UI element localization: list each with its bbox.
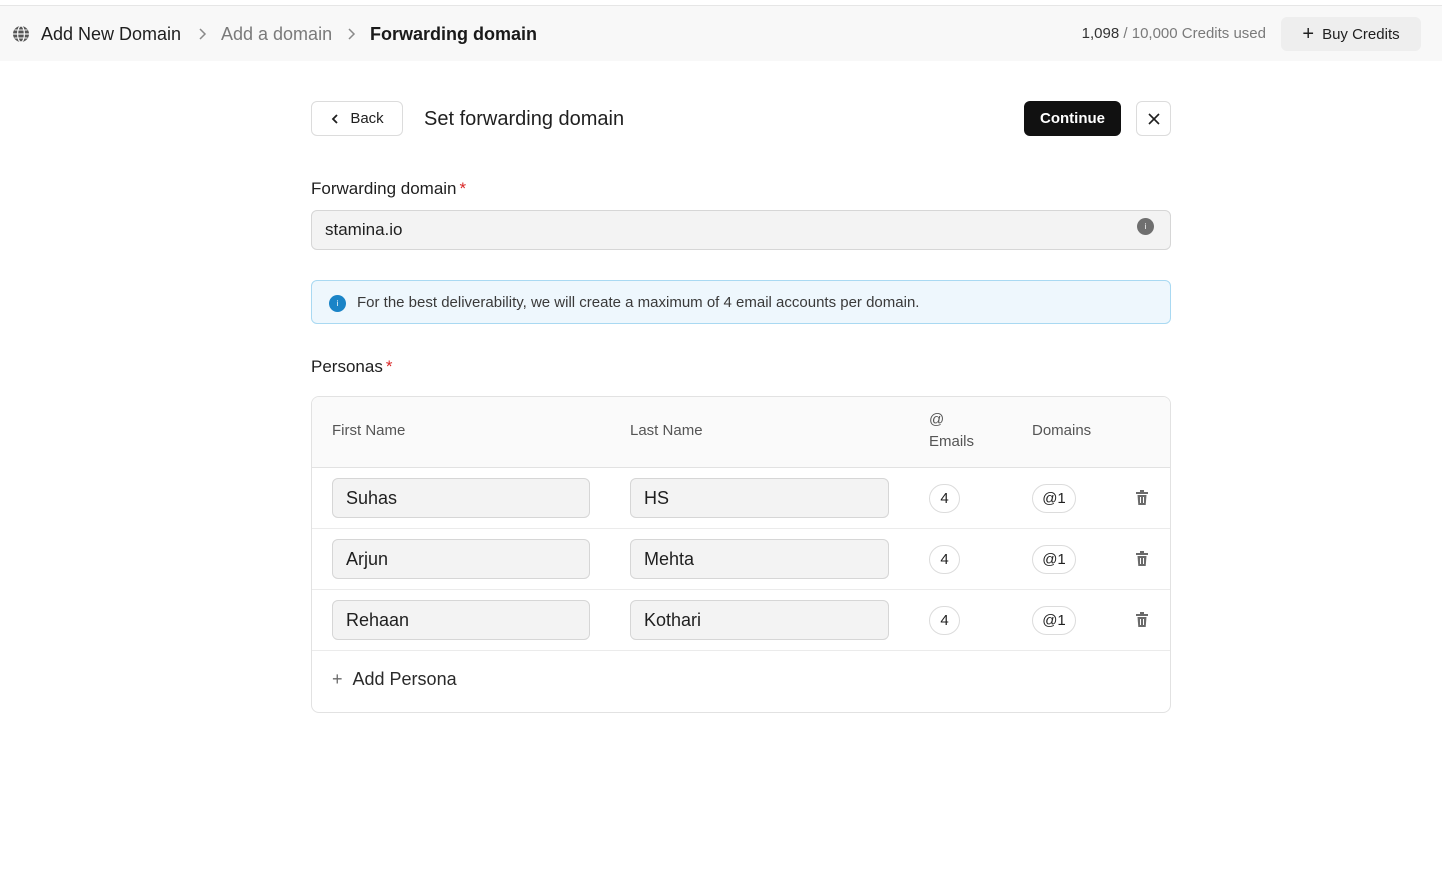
column-domains: Domains: [1032, 422, 1092, 439]
first-name-input[interactable]: [332, 600, 590, 640]
back-button[interactable]: Back: [311, 101, 403, 136]
emails-count-badge[interactable]: 4: [929, 606, 960, 635]
close-button[interactable]: [1136, 101, 1171, 136]
first-name-input[interactable]: [332, 539, 590, 579]
globe-icon: [13, 25, 29, 43]
breadcrumb-add-new-domain[interactable]: Add New Domain: [41, 23, 181, 45]
buy-credits-label: Buy Credits: [1322, 25, 1400, 43]
last-name-input[interactable]: [630, 539, 889, 579]
add-persona-label: Add Persona: [352, 668, 457, 689]
table-header: First Name Last Name @ Emails Domains: [312, 397, 1170, 468]
credits-separator: /: [1119, 25, 1132, 42]
buy-credits-button[interactable]: + Buy Credits: [1281, 17, 1421, 51]
emails-count-badge[interactable]: 4: [929, 545, 960, 574]
domains-count-badge[interactable]: @1: [1032, 606, 1076, 635]
chevron-right-icon: [348, 28, 356, 40]
domains-count-badge[interactable]: @1: [1032, 545, 1076, 574]
top-bar: Add New Domain Add a domain Forwarding d…: [0, 6, 1442, 61]
breadcrumb-forwarding-domain: Forwarding domain: [370, 24, 538, 44]
info-icon[interactable]: i: [1137, 218, 1154, 235]
personas-label: Personas *: [311, 356, 392, 378]
trash-icon[interactable]: [1135, 490, 1149, 506]
credits-total-text: 10,000 Credits used: [1131, 25, 1266, 42]
table-row: 4 @1: [312, 468, 1170, 529]
table-row: 4 @1: [312, 529, 1170, 590]
page-title: Set forwarding domain: [424, 108, 625, 130]
breadcrumb-add-a-domain[interactable]: Add a domain: [221, 23, 332, 45]
last-name-input[interactable]: [630, 600, 889, 640]
emails-count-badge[interactable]: 4: [929, 484, 960, 513]
forwarding-domain-label-text: Forwarding domain: [311, 179, 457, 198]
column-emails: Emails: [929, 433, 975, 450]
column-first-name: First Name: [332, 422, 406, 439]
notice-text: For the best deliverability, we will cre…: [357, 294, 920, 311]
deliverability-notice: i For the best deliverability, we will c…: [311, 280, 1171, 324]
domains-count-badge[interactable]: @1: [1032, 484, 1076, 513]
back-button-label: Back: [350, 110, 384, 127]
last-name-input[interactable]: [630, 478, 889, 518]
chevron-right-icon: [199, 28, 207, 40]
close-icon: [1147, 112, 1160, 125]
add-persona-button[interactable]: + Add Persona: [332, 667, 457, 691]
credits-usage: 1,098 / 10,000 Credits used: [1082, 24, 1266, 44]
first-name-input[interactable]: [332, 478, 590, 518]
continue-button[interactable]: Continue: [1024, 101, 1121, 136]
credits-used-value: 1,098: [1081, 25, 1120, 42]
required-mark: *: [459, 179, 467, 198]
trash-icon[interactable]: [1135, 551, 1149, 567]
trash-icon[interactable]: [1135, 612, 1149, 628]
chevron-left-icon: [332, 113, 338, 124]
column-last-name: Last Name: [630, 422, 703, 439]
column-emails-symbol: @: [929, 411, 945, 428]
info-icon: i: [329, 295, 346, 312]
personas-label-text: Personas: [311, 357, 383, 376]
personas-table: First Name Last Name @ Emails Domains 4 …: [311, 396, 1171, 713]
plus-icon: +: [1302, 23, 1315, 45]
table-row: 4 @1: [312, 590, 1170, 651]
plus-icon: +: [332, 668, 343, 689]
forwarding-domain-label: Forwarding domain *: [311, 178, 466, 200]
required-mark: *: [385, 357, 393, 376]
forwarding-domain-input[interactable]: [311, 210, 1171, 250]
